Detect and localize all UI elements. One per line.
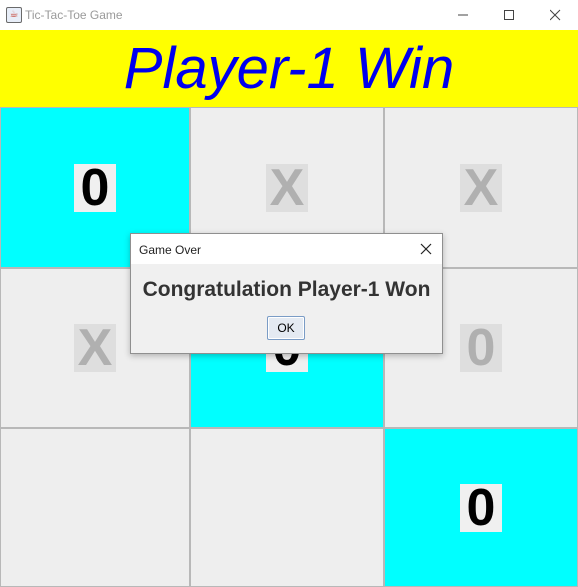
dialog-titlebar: Game Over <box>131 234 442 264</box>
close-icon <box>550 9 561 21</box>
board-cell-8[interactable] <box>190 428 384 587</box>
board-cell-9[interactable]: 0 <box>384 428 578 587</box>
cell-mark: 0 <box>74 162 116 214</box>
close-button[interactable] <box>532 0 578 30</box>
cell-mark: X <box>460 162 502 214</box>
status-text: Player-1 Win <box>123 36 455 101</box>
minimize-icon <box>458 14 468 16</box>
game-over-dialog: Game Over Congratulation Player-1 Won OK <box>130 233 443 354</box>
status-banner: Player-1 Win <box>0 30 578 107</box>
dialog-message: Congratulation Player-1 Won <box>142 278 431 301</box>
cell-mark: 0 <box>460 482 502 534</box>
java-app-icon: ☕ <box>6 7 22 23</box>
close-icon <box>420 243 432 255</box>
maximize-icon <box>504 10 514 20</box>
dialog-title: Game Over <box>139 243 202 257</box>
cell-mark: 0 <box>460 322 502 374</box>
minimize-button[interactable] <box>440 0 486 30</box>
board-cell-7[interactable] <box>0 428 190 587</box>
ok-button[interactable]: OK <box>267 316 305 340</box>
dialog-close-button[interactable] <box>416 239 436 259</box>
window-titlebar: ☕ Tic-Tac-Toe Game <box>0 0 578 30</box>
cell-mark: X <box>74 322 116 374</box>
window-title: Tic-Tac-Toe Game <box>25 8 123 22</box>
maximize-button[interactable] <box>486 0 532 30</box>
cell-mark: X <box>266 162 308 214</box>
